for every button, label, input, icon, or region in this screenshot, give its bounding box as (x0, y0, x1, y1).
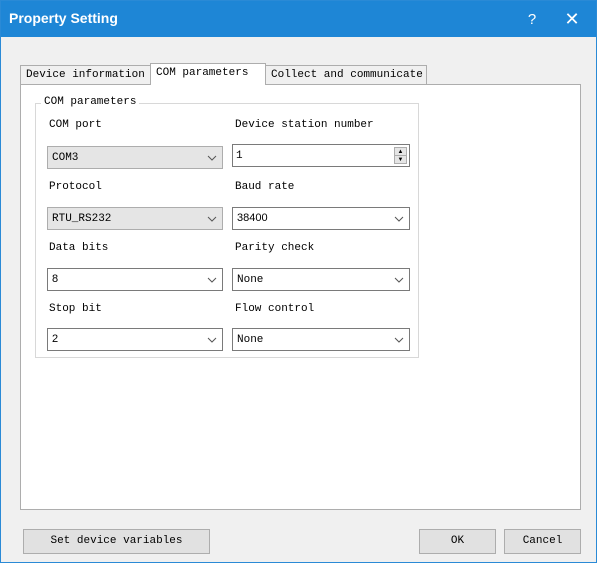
stop-bit-label: Stop bit (49, 303, 102, 315)
data-bits-select[interactable]: 8 (47, 268, 223, 291)
spin-buttons[interactable]: ▲ ▼ (394, 147, 407, 164)
chevron-down-icon (392, 208, 406, 229)
flow-control-select[interactable]: None (232, 328, 410, 351)
protocol-label: Protocol (49, 181, 102, 193)
chevron-down-icon (392, 269, 406, 290)
baud-rate-select[interactable]: 38400 (232, 207, 410, 230)
stop-bit-select[interactable]: 2 (47, 328, 223, 351)
com-port-value: COM3 (52, 152, 79, 164)
data-bits-label: Data bits (49, 242, 109, 254)
com-parameters-panel: COM parameters COM port COM3 Device stat… (20, 84, 581, 510)
flow-control-label: Flow control (235, 303, 315, 315)
chevron-down-icon (205, 269, 219, 290)
baud-rate-label: Baud rate (235, 181, 295, 193)
chevron-down-icon (205, 329, 219, 350)
spin-down-icon[interactable]: ▼ (395, 155, 406, 163)
protocol-select[interactable]: RTU_RS232 (47, 207, 223, 230)
ok-button[interactable]: OK (419, 529, 496, 554)
help-icon[interactable]: ? (512, 1, 552, 37)
cancel-button[interactable]: Cancel (504, 529, 581, 554)
parity-check-label: Parity check (235, 242, 315, 254)
parity-check-select[interactable]: None (232, 268, 410, 291)
com-port-select[interactable]: COM3 (47, 146, 223, 169)
chevron-down-icon (205, 147, 219, 168)
com-parameters-group: COM parameters COM port COM3 Device stat… (35, 96, 419, 358)
chevron-down-icon (205, 208, 219, 229)
station-number-value: 1 (236, 150, 243, 162)
com-port-label: COM port (49, 119, 102, 131)
tab-device-information[interactable]: Device information (20, 65, 151, 84)
close-icon[interactable]: ✕ (552, 1, 592, 37)
tab-com-parameters[interactable]: COM parameters (150, 63, 266, 85)
station-number-label: Device station number (235, 119, 374, 131)
parity-check-value: None (237, 274, 264, 286)
window-title: Property Setting (9, 10, 118, 26)
data-bits-value: 8 (52, 273, 59, 285)
chevron-down-icon (392, 329, 406, 350)
group-title: COM parameters (41, 96, 140, 108)
tab-collect-and-communicate[interactable]: Collect and communicate (265, 65, 427, 84)
baud-rate-value: 38400 (237, 212, 268, 224)
set-device-variables-button[interactable]: Set device variables (23, 529, 210, 554)
protocol-value: RTU_RS232 (52, 213, 112, 225)
stop-bit-value: 2 (52, 333, 59, 345)
property-setting-dialog: Property Setting ? ✕ Device information … (0, 0, 597, 563)
spin-up-icon[interactable]: ▲ (395, 148, 406, 155)
flow-control-value: None (237, 334, 264, 346)
title-bar: Property Setting ? ✕ (1, 1, 596, 37)
station-number-spinbox[interactable]: 1 ▲ ▼ (232, 144, 410, 167)
